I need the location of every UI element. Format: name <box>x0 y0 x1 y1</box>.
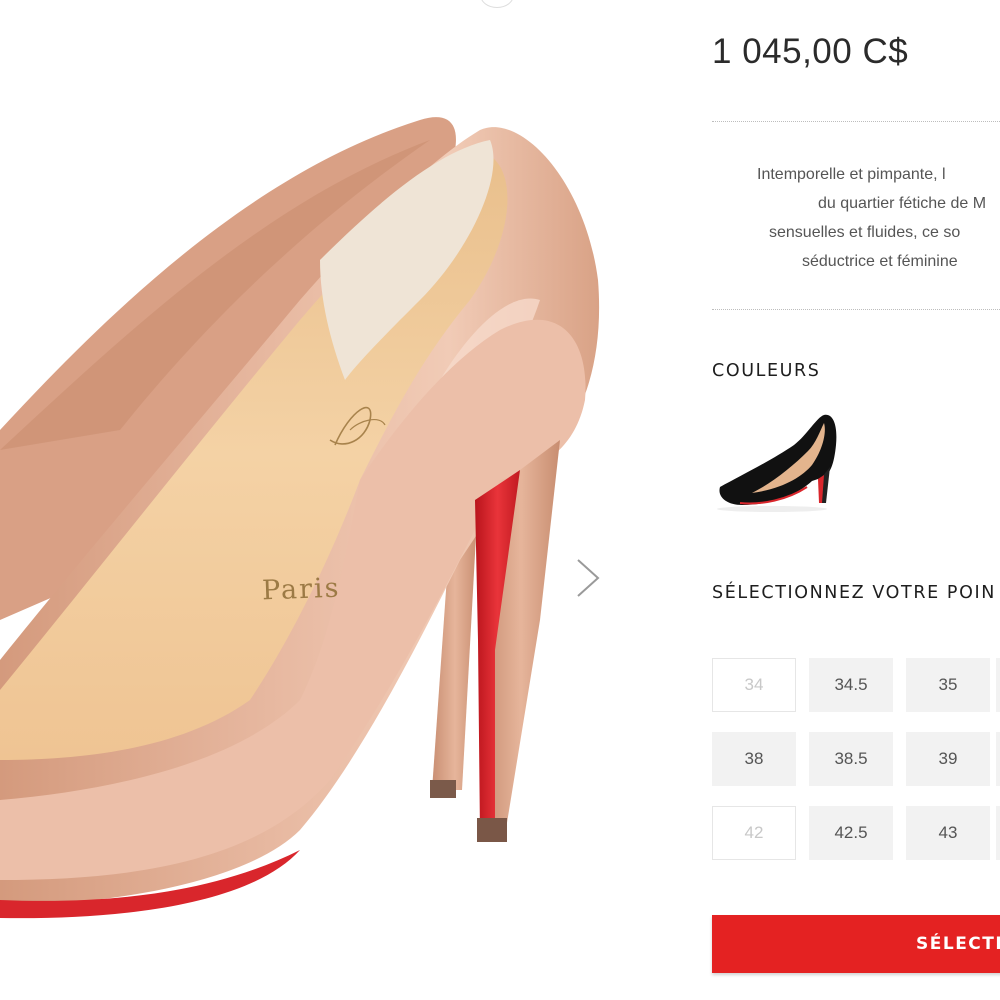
description-line: du quartier fétiche de M <box>818 195 987 212</box>
size-option-39[interactable]: 39 <box>906 732 990 786</box>
select-size-button-label: SÉLECTI <box>916 934 1000 954</box>
description-line: sensuelles et fluides, ce so <box>769 224 961 241</box>
chevron-right-icon[interactable] <box>570 556 604 600</box>
size-title: SÉLECTIONNEZ VOTRE POIN <box>712 583 996 603</box>
size-option-partial[interactable] <box>996 658 1000 712</box>
product-price: 1 045,00 C$ <box>712 32 909 71</box>
description-line: Intemporelle et pimpante, l <box>757 166 946 183</box>
insole-brand-text: Paris <box>261 572 341 607</box>
size-option-partial[interactable] <box>996 806 1000 860</box>
size-option-partial[interactable] <box>996 732 1000 786</box>
size-option-38[interactable]: 38 <box>712 732 796 786</box>
size-option-43[interactable]: 43 <box>906 806 990 860</box>
divider <box>712 121 1000 122</box>
size-option-38-5[interactable]: 38.5 <box>809 732 893 786</box>
product-image-gallery: Paris <box>0 0 640 1000</box>
size-option-34[interactable]: 34 <box>712 658 796 712</box>
select-size-button[interactable]: SÉLECTI <box>712 915 1000 973</box>
colors-title: COULEURS <box>712 361 821 381</box>
product-description: Intemporelle et pimpante, l du quartier … <box>712 160 1000 276</box>
size-option-42-5[interactable]: 42.5 <box>809 806 893 860</box>
size-option-42[interactable]: 42 <box>712 806 796 860</box>
color-swatch-black[interactable] <box>712 405 846 521</box>
size-option-35[interactable]: 35 <box>906 658 990 712</box>
divider <box>712 309 1000 310</box>
size-option-34-5[interactable]: 34.5 <box>809 658 893 712</box>
description-line: séductrice et féminine <box>802 253 958 270</box>
nude-pump-shoe-image <box>0 117 600 919</box>
